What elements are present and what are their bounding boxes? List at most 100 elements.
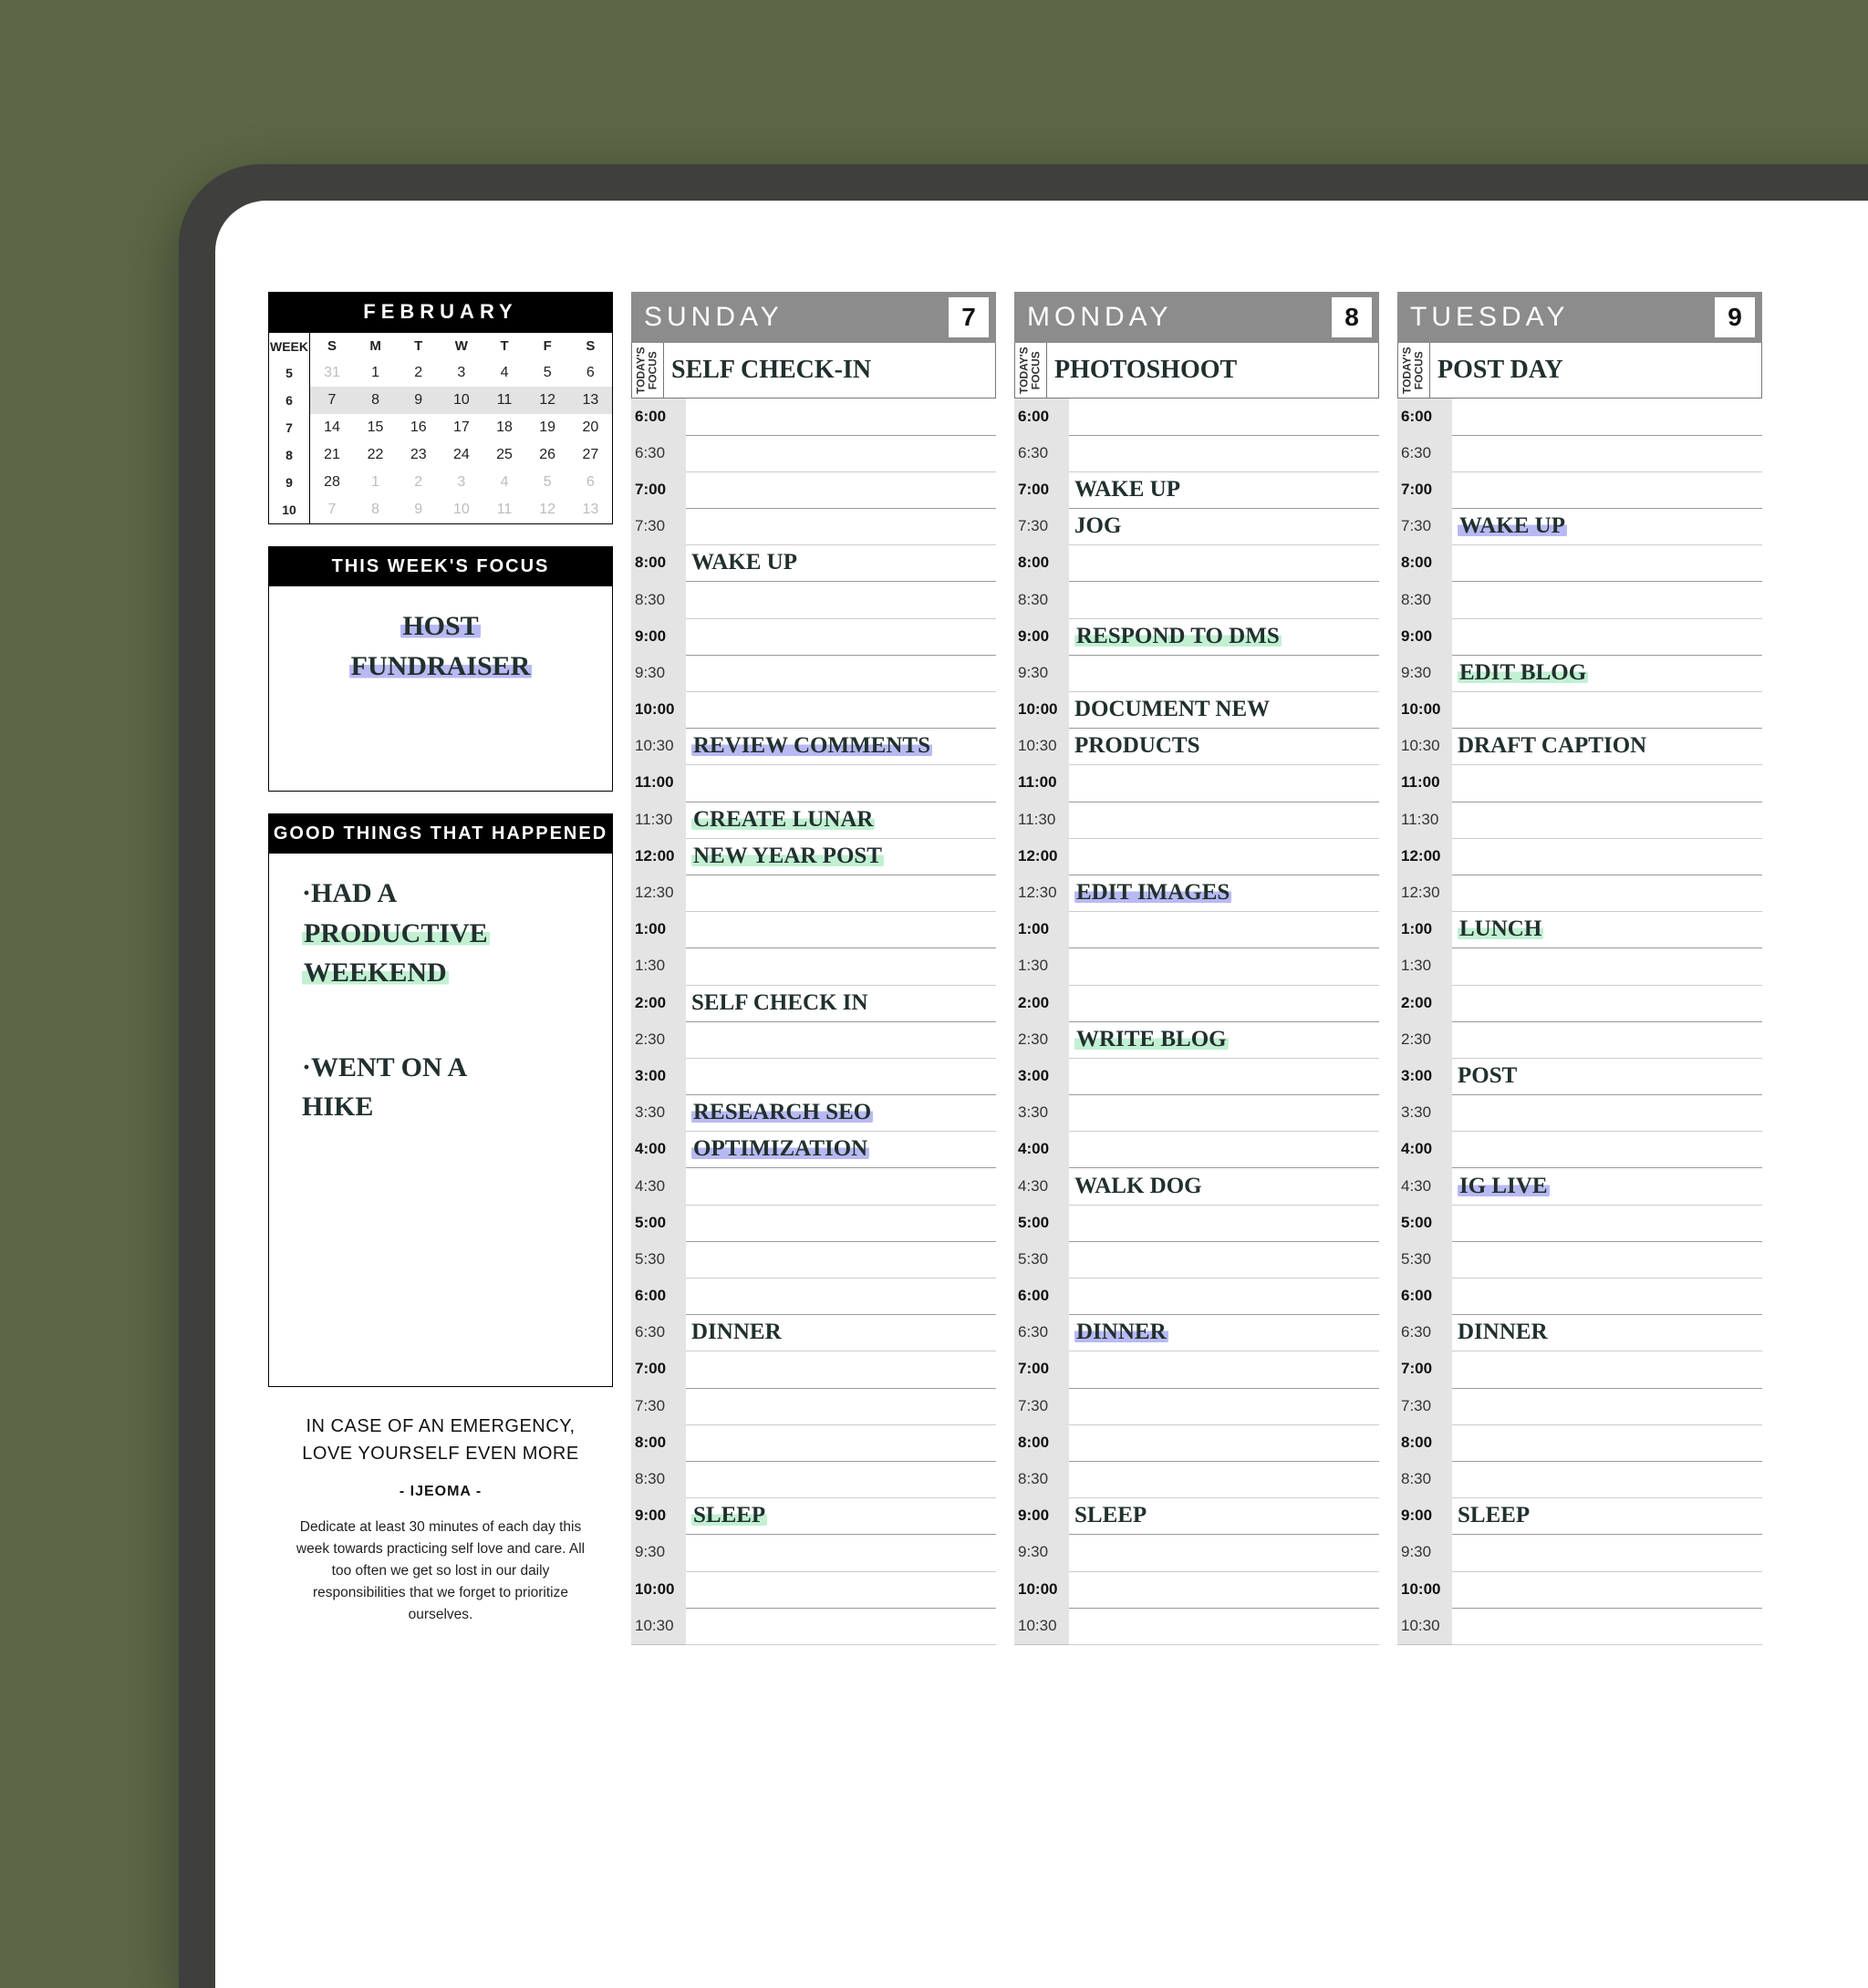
time-slot[interactable]: 8:00 bbox=[1397, 545, 1762, 582]
slot-entry[interactable]: optimization bbox=[686, 1131, 996, 1168]
minical-day[interactable]: 11 bbox=[483, 496, 525, 523]
time-slot[interactable]: 1:30 bbox=[631, 948, 996, 985]
slot-entry[interactable] bbox=[1069, 838, 1379, 875]
slot-entry[interactable] bbox=[1452, 1278, 1762, 1315]
slot-entry[interactable] bbox=[686, 1351, 996, 1388]
minical-day[interactable]: 5 bbox=[526, 469, 569, 496]
slot-entry[interactable]: Wake up bbox=[686, 544, 996, 582]
slot-entry[interactable]: Post bbox=[1452, 1058, 1762, 1095]
slot-entry[interactable] bbox=[1069, 1461, 1379, 1498]
time-slot[interactable]: 3:30Research SEO bbox=[631, 1095, 996, 1132]
time-slot[interactable]: 9:00Sleep bbox=[1397, 1498, 1762, 1535]
slot-entry[interactable] bbox=[686, 1534, 996, 1571]
time-slot[interactable]: 11:30Create lunar bbox=[631, 802, 996, 838]
slot-entry[interactable] bbox=[686, 435, 996, 472]
week-focus-body[interactable]: HostFundraiser bbox=[269, 586, 612, 791]
slot-entry[interactable] bbox=[1069, 1351, 1379, 1388]
slot-entry[interactable] bbox=[1452, 691, 1762, 729]
todays-focus-text[interactable]: Post day bbox=[1430, 343, 1761, 398]
minical-day[interactable]: 27 bbox=[569, 441, 612, 469]
minical-day[interactable]: 7 bbox=[310, 387, 354, 414]
minical-day[interactable]: 3 bbox=[440, 469, 483, 496]
minical-day[interactable]: 6 bbox=[569, 359, 612, 387]
slot-entry[interactable] bbox=[1452, 399, 1762, 436]
minical-day[interactable]: 4 bbox=[483, 359, 525, 387]
slot-entry[interactable]: new year post bbox=[686, 838, 996, 875]
time-slot[interactable]: 11:30 bbox=[1014, 802, 1379, 838]
slot-entry[interactable] bbox=[686, 618, 996, 656]
slot-entry[interactable] bbox=[686, 1058, 996, 1095]
time-slot[interactable]: 4:00optimization bbox=[631, 1132, 996, 1168]
slot-entry[interactable] bbox=[1452, 1131, 1762, 1168]
slot-entry[interactable] bbox=[1452, 1021, 1762, 1059]
slot-entry[interactable] bbox=[1452, 1461, 1762, 1498]
slot-entry[interactable] bbox=[1452, 1571, 1762, 1609]
time-slot[interactable]: 7:30Jog bbox=[1014, 509, 1379, 545]
slot-entry[interactable] bbox=[1069, 1424, 1379, 1462]
time-slot[interactable]: 8:00 bbox=[1014, 1424, 1379, 1461]
slot-entry[interactable] bbox=[1069, 1094, 1379, 1132]
time-slot[interactable]: 8:30 bbox=[631, 582, 996, 618]
time-slot[interactable]: 9:00Sleep bbox=[1014, 1498, 1379, 1535]
time-slot[interactable]: 10:00 bbox=[631, 1571, 996, 1608]
time-slot[interactable]: 9:30 bbox=[1014, 1535, 1379, 1571]
time-slot[interactable]: 8:00 bbox=[1014, 545, 1379, 582]
time-slot[interactable]: 4:00 bbox=[1397, 1132, 1762, 1168]
time-slot[interactable]: 7:30 bbox=[631, 1388, 996, 1424]
time-slot[interactable]: 10:30Review comments bbox=[631, 729, 996, 765]
time-slot[interactable]: 1:30 bbox=[1397, 948, 1762, 985]
minical-day[interactable]: 2 bbox=[397, 469, 440, 496]
slot-entry[interactable] bbox=[686, 1167, 996, 1205]
slot-entry[interactable] bbox=[1069, 1388, 1379, 1425]
slot-entry[interactable] bbox=[1452, 1241, 1762, 1279]
slot-entry[interactable]: Sleep bbox=[686, 1497, 996, 1535]
time-slot[interactable]: 2:00 bbox=[1397, 985, 1762, 1021]
time-slot[interactable]: 10:00Document new bbox=[1014, 692, 1379, 729]
minical-day[interactable]: 15 bbox=[354, 414, 397, 441]
slot-entry[interactable] bbox=[1069, 1278, 1379, 1315]
time-slot[interactable]: 8:00 bbox=[631, 1424, 996, 1461]
time-slot[interactable]: 5:00 bbox=[1397, 1205, 1762, 1241]
slot-entry[interactable]: Respond to DMs bbox=[1069, 618, 1379, 656]
slot-entry[interactable]: Self check in bbox=[686, 985, 996, 1022]
minical-day[interactable]: 2 bbox=[397, 359, 440, 387]
slot-entry[interactable] bbox=[686, 471, 996, 509]
time-slot[interactable]: 10:30 bbox=[1397, 1608, 1762, 1644]
time-slot[interactable]: 10:00 bbox=[1397, 692, 1762, 729]
slot-entry[interactable] bbox=[1452, 1205, 1762, 1242]
slot-entry[interactable]: Dinner bbox=[1452, 1314, 1762, 1351]
time-slot[interactable]: 7:00 bbox=[1397, 471, 1762, 508]
slot-entry[interactable]: Dinner bbox=[1069, 1314, 1379, 1351]
slot-entry[interactable] bbox=[686, 947, 996, 985]
slot-entry[interactable] bbox=[686, 1608, 996, 1645]
slot-entry[interactable] bbox=[1069, 764, 1379, 802]
minical-day[interactable]: 4 bbox=[483, 469, 525, 496]
time-slot[interactable]: 8:30 bbox=[1397, 582, 1762, 618]
time-slot[interactable]: 8:30 bbox=[1397, 1461, 1762, 1497]
time-slot[interactable]: 7:30 bbox=[631, 509, 996, 545]
time-slot[interactable]: 12:00 bbox=[1397, 838, 1762, 875]
time-slot[interactable]: 7:00 bbox=[1014, 1351, 1379, 1388]
slot-entry[interactable] bbox=[1069, 544, 1379, 582]
slot-entry[interactable] bbox=[686, 1461, 996, 1498]
slot-entry[interactable]: Write blog bbox=[1069, 1021, 1379, 1059]
slot-entry[interactable] bbox=[686, 399, 996, 436]
time-slot[interactable]: 3:30 bbox=[1397, 1095, 1762, 1132]
slot-entry[interactable]: Wake up bbox=[1452, 508, 1762, 545]
time-slot[interactable]: 8:30 bbox=[631, 1461, 996, 1497]
slot-entry[interactable] bbox=[686, 1205, 996, 1242]
time-slot[interactable]: 2:30 bbox=[631, 1021, 996, 1058]
slot-entry[interactable] bbox=[686, 1424, 996, 1462]
time-slot[interactable]: 6:30Dinner bbox=[1014, 1315, 1379, 1351]
slot-entry[interactable] bbox=[686, 691, 996, 729]
time-slot[interactable]: 6:30 bbox=[1014, 435, 1379, 471]
slot-entry[interactable] bbox=[1069, 802, 1379, 839]
slot-entry[interactable] bbox=[1452, 471, 1762, 509]
time-slot[interactable]: 4:00 bbox=[1014, 1132, 1379, 1168]
slot-entry[interactable] bbox=[1069, 655, 1379, 692]
time-slot[interactable]: 12:30Edit images bbox=[1014, 875, 1379, 911]
slot-entry[interactable] bbox=[1069, 1608, 1379, 1645]
time-slot[interactable]: 5:30 bbox=[631, 1241, 996, 1278]
slot-entry[interactable]: Walk dog bbox=[1069, 1167, 1379, 1205]
time-slot[interactable]: 10:00 bbox=[1397, 1571, 1762, 1608]
